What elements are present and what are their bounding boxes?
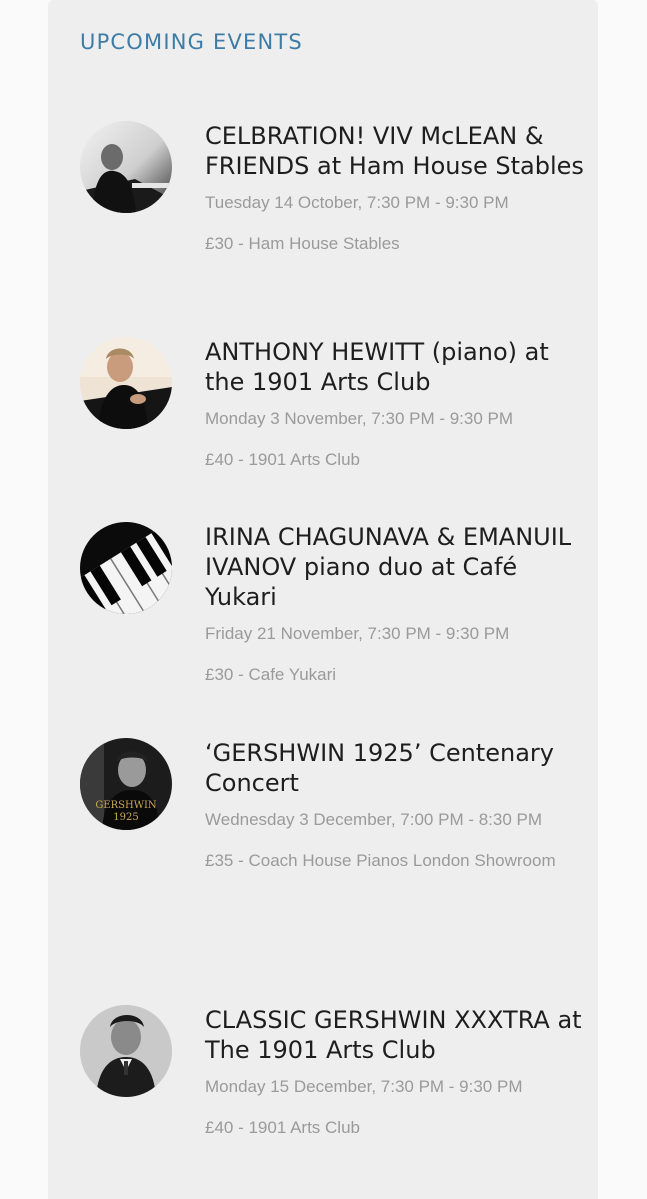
event-price-venue: £30 - Ham House Stables xyxy=(205,233,400,253)
poster-text: GERSHWIN xyxy=(95,800,157,811)
event-datetime: Wednesday 3 December, 7:00 PM - 8:30 PM xyxy=(205,810,543,829)
section-title: UPCOMING EVENTS xyxy=(80,30,303,54)
gershwin-portrait-icon[interactable] xyxy=(80,1005,172,1097)
event-title[interactable]: CELBRATION! VIV McLEAN & FRIENDS at Ham … xyxy=(205,121,590,181)
event-datetime: Friday 21 November, 7:30 PM - 9:30 PM xyxy=(205,624,510,643)
upcoming-events-panel: UPCOMING EVENTS CELBRATION! VIV McLEAN &… xyxy=(48,0,598,1199)
event-price-venue: £35 - Coach House Pianos London Showroom xyxy=(205,850,556,870)
piano-keys-icon[interactable] xyxy=(80,522,172,614)
event-datetime: Monday 3 November, 7:30 PM - 9:30 PM xyxy=(205,409,514,428)
pianist-photo-icon[interactable] xyxy=(80,121,172,213)
poster-year: 1925 xyxy=(113,812,138,823)
event-title[interactable]: ‘GERSHWIN 1925’ Centenary Concert xyxy=(205,738,590,798)
event-title[interactable]: ANTHONY HEWITT (piano) at the 1901 Arts … xyxy=(205,337,590,397)
event-price-venue: £30 - Cafe Yukari xyxy=(205,664,337,684)
pianist-photo-icon[interactable] xyxy=(80,337,172,429)
event-datetime: Tuesday 14 October, 7:30 PM - 9:30 PM xyxy=(205,193,509,212)
gershwin-1925-poster-icon[interactable]: GERSHWIN 1925 xyxy=(80,738,172,830)
event-price-venue: £40 - 1901 Arts Club xyxy=(205,449,360,469)
event-datetime: Monday 15 December, 7:30 PM - 9:30 PM xyxy=(205,1077,523,1096)
event-title[interactable]: CLASSIC GERSHWIN XXXTRA at The 1901 Arts… xyxy=(205,1005,590,1065)
event-price-venue: £40 - 1901 Arts Club xyxy=(205,1117,360,1137)
event-title[interactable]: IRINA CHAGUNAVA & EMANUIL IVANOV piano d… xyxy=(205,522,590,612)
